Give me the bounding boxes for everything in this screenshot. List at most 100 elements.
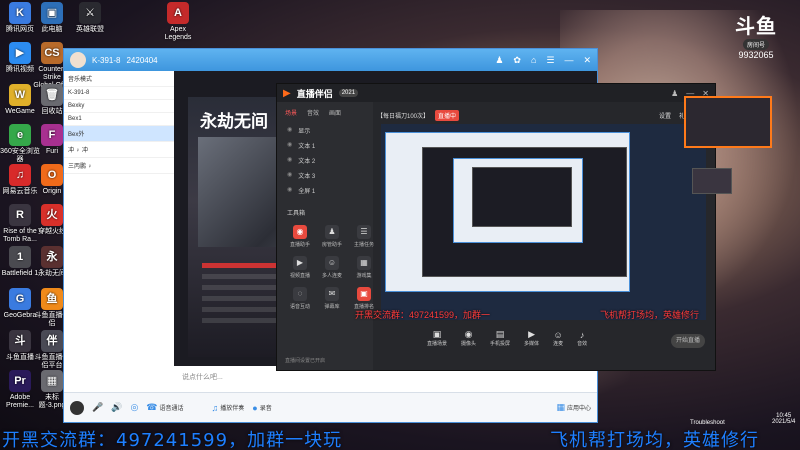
desktop-icon[interactable]: A Apex Legends: [158, 2, 198, 42]
app-icon: G: [9, 288, 31, 310]
app-icon: CS: [41, 42, 63, 64]
tool-icon: ▶: [293, 256, 307, 270]
close-icon[interactable]: ✕: [583, 55, 591, 66]
play-icon: ▶: [283, 87, 291, 99]
live-badge: 直播中: [435, 109, 460, 121]
control-button[interactable]: ▶ 多媒体: [524, 329, 539, 347]
overlay-right-text: 飞机帮打场均，英雄修行: [550, 430, 759, 450]
eye-icon[interactable]: ◉: [287, 171, 292, 180]
tab-scene[interactable]: 场景: [285, 108, 297, 117]
eye-icon[interactable]: ◉: [287, 186, 292, 195]
app-icon: R: [9, 204, 31, 226]
eye-icon[interactable]: ◉: [287, 141, 292, 150]
member-list-item[interactable]: 三丙鹏 ♀: [64, 158, 174, 174]
red-overlay-right: 飞机帮打场均，英雄修行: [600, 310, 700, 320]
qq-bottom-toolbar: 🎤 🔊 ◎ ☎ 语音通话 ♫ 播放伴奏 ● 录音 ▦ 应用中心: [64, 392, 597, 422]
live-version: 2021: [338, 89, 359, 97]
live-companion-window[interactable]: ▶ 直播伴侣 2021 ♟ — ✕ 场景 音效 画面 ◉ 显示 ◉ 文本 1 ◉ 文本 2…: [276, 83, 716, 371]
member-list-item[interactable]: 音乐模式: [64, 71, 174, 87]
source-item[interactable]: ◉ 文本 3: [277, 168, 373, 183]
control-icon: ◉: [464, 329, 473, 339]
mic-icon[interactable]: 🎤: [92, 402, 103, 413]
source-item[interactable]: ◉ 全屏 1: [277, 183, 373, 198]
gift-icon[interactable]: ✿: [513, 55, 521, 66]
member-list-item[interactable]: 冲 ♀ 冲: [64, 142, 174, 158]
eye-icon[interactable]: ◉: [287, 126, 292, 135]
app-icon: 🗑: [41, 84, 63, 106]
nested-live-preview: [422, 147, 627, 277]
tab-audio[interactable]: 音效: [307, 108, 319, 117]
member-list-item[interactable]: K-391-8: [64, 87, 174, 100]
toolbar-music[interactable]: ♫ 播放伴奏: [212, 403, 245, 413]
live-titlebar[interactable]: ▶ 直播伴侣 2021 ♟ — ✕: [277, 84, 715, 102]
toolbox-item[interactable]: ◌ 语音互动: [285, 287, 315, 310]
live-title-tag: 【每日福刀100次】: [377, 113, 430, 120]
toolbox-item[interactable]: ☺ 多人连麦: [317, 256, 347, 279]
control-icon: ☺: [553, 329, 563, 340]
toolbox-item[interactable]: ♟ 房管助手: [317, 225, 347, 248]
tab-picture[interactable]: 画面: [329, 108, 341, 117]
app-icon: 斗: [9, 330, 31, 352]
tool-label: 语音互动: [289, 304, 310, 310]
toolbar-apps[interactable]: ▦ 应用中心: [556, 402, 591, 413]
toolbox-item[interactable]: ▶ 视频直播: [285, 256, 315, 279]
member-list-item[interactable]: Bex外: [64, 126, 174, 142]
menu-icon[interactable]: ☰: [546, 55, 554, 66]
room-label: 房间号: [742, 39, 769, 50]
tool-label: 视频直播: [289, 273, 310, 279]
home-icon[interactable]: ⌂: [531, 55, 536, 66]
member-list-item[interactable]: Bexky: [64, 100, 174, 113]
app-icon: W: [9, 84, 31, 106]
source-item[interactable]: ◉ 文本 2: [277, 153, 373, 168]
control-button[interactable]: ☺ 连麦: [553, 330, 563, 347]
speaker-icon[interactable]: 🔊: [111, 402, 122, 413]
source-item[interactable]: ◉ 显示: [277, 123, 373, 138]
tool-label: 多人连麦: [321, 273, 342, 279]
toolbox-item[interactable]: ▦ 游戏集: [349, 256, 379, 279]
tool-icon: ◉: [293, 225, 307, 239]
control-button[interactable]: ▣ 直播场景: [427, 329, 447, 347]
control-icon: ▶: [528, 329, 536, 339]
footer-note: 直播间设置已开启: [285, 358, 326, 364]
app-icon: 火: [41, 204, 63, 226]
desktop-icon-label: Apex Legends: [164, 26, 192, 41]
desktop-icon[interactable]: ▣ 此电脑: [32, 2, 72, 34]
qq-titlebar[interactable]: K-391-8 2420404 ♟ ✿ ⌂ ☰ — ✕: [64, 49, 597, 71]
source-item[interactable]: ◉ 文本 1: [277, 138, 373, 153]
control-button[interactable]: ◉ 摄像头: [461, 329, 476, 347]
toolbar-voice[interactable]: ☎ 语音通话: [146, 402, 183, 413]
banner-title: 永劫无间: [200, 112, 268, 132]
camera-thumbnail: [684, 96, 772, 148]
toolbox-item[interactable]: ◉ 直播助手: [285, 225, 315, 248]
minimize-icon[interactable]: —: [564, 55, 573, 66]
app-icon: ♫: [9, 164, 31, 186]
topbar-settings[interactable]: 设置: [659, 111, 671, 120]
app-icon: e: [9, 124, 31, 146]
member-list-item[interactable]: Bex1: [64, 113, 174, 126]
qq-title: K-391-8: [92, 55, 121, 65]
eye-icon[interactable]: ◉: [287, 156, 292, 165]
source-label: 显示: [298, 129, 311, 135]
app-icon: 伴: [41, 330, 63, 352]
control-label: 手机投屏: [490, 341, 511, 347]
system-clock: 10:45 2021/5/4: [772, 413, 795, 425]
avatar[interactable]: [70, 400, 84, 415]
control-icon: ♪: [579, 329, 585, 340]
toolbox-item[interactable]: ✉ 弹幕库: [317, 287, 347, 310]
headset-icon[interactable]: ◎: [130, 402, 138, 413]
control-button[interactable]: ▤ 手机投屏: [490, 329, 510, 347]
tool-label: 直播助手: [289, 242, 310, 248]
nested-live-preview-2: [472, 167, 572, 227]
toolbar-record[interactable]: ● 录音: [252, 403, 271, 413]
user-icon[interactable]: ♟: [671, 89, 678, 98]
tool-icon: ▦: [357, 256, 371, 270]
control-button[interactable]: ♪ 音效: [577, 330, 587, 347]
desktop-icon-label: 英雄联盟: [76, 26, 104, 33]
live-brand: 直播伴侣: [296, 88, 333, 99]
desktop-icon[interactable]: ⚔ 英雄联盟: [70, 2, 110, 34]
app-icon: ▶: [9, 42, 31, 64]
start-live-button[interactable]: 开始直播: [671, 334, 705, 348]
toolbox-item[interactable]: ▣ 直播排名: [349, 287, 379, 310]
person-icon[interactable]: ♟: [495, 55, 503, 66]
toolbox-item[interactable]: ☰ 主播任务: [349, 225, 379, 248]
